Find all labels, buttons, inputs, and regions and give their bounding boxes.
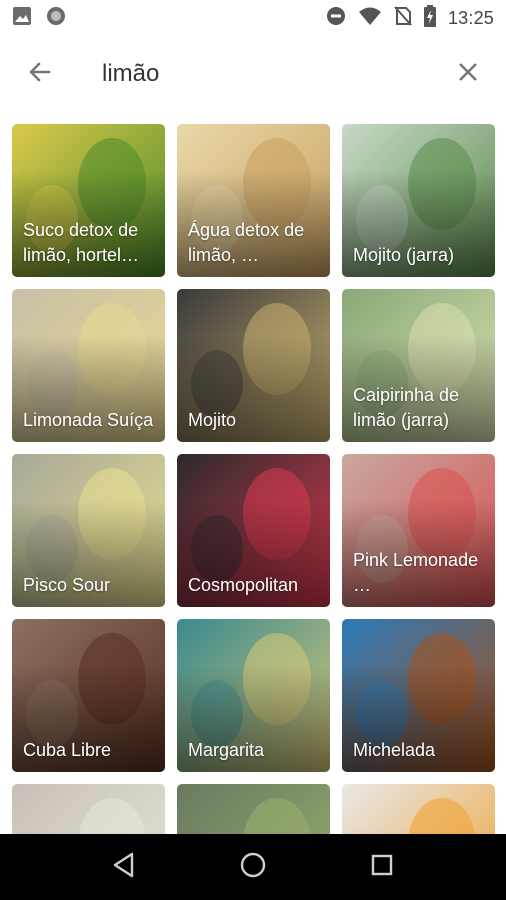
result-title: Pink Lemonade … <box>353 550 479 595</box>
results-grid: Suco detox de limão, hortel… Água detox d… <box>0 0 506 834</box>
drink-photo <box>12 784 165 834</box>
result-card[interactable] <box>342 784 495 834</box>
result-card[interactable]: Água detox de limão, … <box>177 124 330 277</box>
result-title: Suco detox de limão, hortel… <box>23 220 140 265</box>
result-card[interactable]: Pisco Sour <box>12 454 165 607</box>
result-card[interactable]: Margarita <box>177 619 330 772</box>
result-card[interactable]: Suco detox de limão, hortel… <box>12 124 165 277</box>
result-card[interactable]: Mojito <box>177 289 330 442</box>
triangle-back-icon <box>111 852 137 883</box>
result-card[interactable]: Michelada <box>342 619 495 772</box>
drink-photo <box>342 784 495 834</box>
navigation-bar <box>0 834 506 900</box>
nav-recents-button[interactable] <box>352 837 412 897</box>
result-title: Água detox de limão, … <box>188 220 305 265</box>
result-title: Limonada Suíça <box>23 410 154 430</box>
drink-photo <box>177 784 330 834</box>
nav-home-button[interactable] <box>223 837 283 897</box>
result-title: Cuba Libre <box>23 740 112 760</box>
result-title: Mojito (jarra) <box>353 245 455 265</box>
result-card[interactable]: Limonada Suíça <box>12 289 165 442</box>
result-card[interactable] <box>12 784 165 834</box>
result-card[interactable]: Cuba Libre <box>12 619 165 772</box>
result-card[interactable]: Cosmopolitan <box>177 454 330 607</box>
result-title: Cosmopolitan <box>188 575 299 595</box>
result-card[interactable] <box>177 784 330 834</box>
circle-home-icon <box>239 851 267 884</box>
result-title: Pisco Sour <box>23 575 111 595</box>
square-recents-icon <box>370 853 394 882</box>
nav-back-button[interactable] <box>94 837 154 897</box>
result-title: Mojito <box>188 410 237 430</box>
result-card[interactable]: Caipirinha de limão (jarra) <box>342 289 495 442</box>
result-card[interactable]: Mojito (jarra) <box>342 124 495 277</box>
result-title: Caipirinha de limão (jarra) <box>353 385 460 430</box>
result-title: Margarita <box>188 740 265 760</box>
result-card[interactable]: Pink Lemonade … <box>342 454 495 607</box>
result-title: Michelada <box>353 740 436 760</box>
